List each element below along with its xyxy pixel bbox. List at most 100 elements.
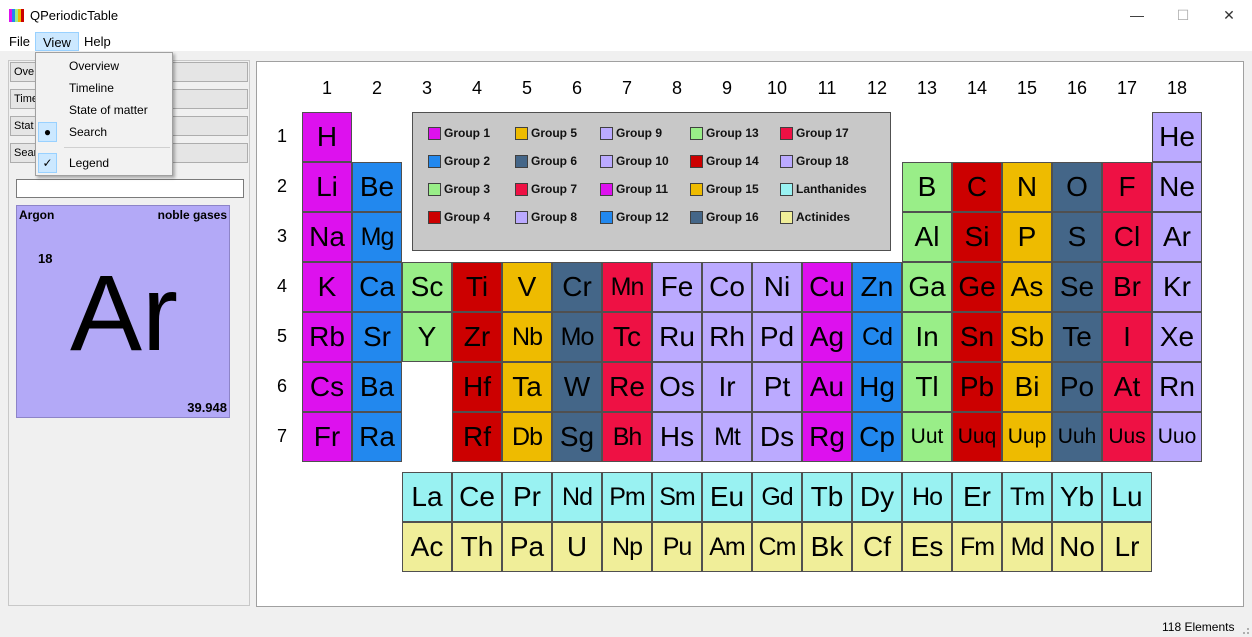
element-cell-pr[interactable]: Pr xyxy=(502,472,552,522)
element-cell-c[interactable]: C xyxy=(952,162,1002,212)
element-cell-o[interactable]: O xyxy=(1052,162,1102,212)
element-cell-cm[interactable]: Cm xyxy=(752,522,802,572)
element-cell-cu[interactable]: Cu xyxy=(802,262,852,312)
element-cell-p[interactable]: P xyxy=(1002,212,1052,262)
element-cell-cl[interactable]: Cl xyxy=(1102,212,1152,262)
element-cell-uuh[interactable]: Uuh xyxy=(1052,412,1102,462)
element-cell-au[interactable]: Au xyxy=(802,362,852,412)
element-cell-tb[interactable]: Tb xyxy=(802,472,852,522)
element-cell-li[interactable]: Li xyxy=(302,162,352,212)
menu-file[interactable]: File xyxy=(2,32,37,51)
element-cell-md[interactable]: Md xyxy=(1002,522,1052,572)
element-cell-ds[interactable]: Ds xyxy=(752,412,802,462)
element-cell-zn[interactable]: Zn xyxy=(852,262,902,312)
element-cell-ru[interactable]: Ru xyxy=(652,312,702,362)
element-cell-pu[interactable]: Pu xyxy=(652,522,702,572)
element-cell-na[interactable]: Na xyxy=(302,212,352,262)
view-menu-item-legend[interactable]: ✓ Legend xyxy=(36,152,172,174)
resize-grip-icon[interactable] xyxy=(1240,625,1250,635)
element-cell-ge[interactable]: Ge xyxy=(952,262,1002,312)
element-cell-b[interactable]: B xyxy=(902,162,952,212)
element-cell-h[interactable]: H xyxy=(302,112,352,162)
view-menu-item-overview[interactable]: Overview xyxy=(36,55,172,77)
element-cell-sb[interactable]: Sb xyxy=(1002,312,1052,362)
element-cell-f[interactable]: F xyxy=(1102,162,1152,212)
element-cell-no[interactable]: No xyxy=(1052,522,1102,572)
element-cell-sr[interactable]: Sr xyxy=(352,312,402,362)
element-cell-am[interactable]: Am xyxy=(702,522,752,572)
element-cell-v[interactable]: V xyxy=(502,262,552,312)
element-cell-se[interactable]: Se xyxy=(1052,262,1102,312)
element-cell-y[interactable]: Y xyxy=(402,312,452,362)
element-cell-po[interactable]: Po xyxy=(1052,362,1102,412)
element-cell-sm[interactable]: Sm xyxy=(652,472,702,522)
element-cell-cd[interactable]: Cd xyxy=(852,312,902,362)
element-cell-co[interactable]: Co xyxy=(702,262,752,312)
element-cell-gd[interactable]: Gd xyxy=(752,472,802,522)
element-cell-s[interactable]: S xyxy=(1052,212,1102,262)
element-cell-er[interactable]: Er xyxy=(952,472,1002,522)
element-cell-rn[interactable]: Rn xyxy=(1152,362,1202,412)
element-cell-rh[interactable]: Rh xyxy=(702,312,752,362)
element-cell-es[interactable]: Es xyxy=(902,522,952,572)
maximize-button[interactable]: ☐ xyxy=(1160,0,1206,31)
element-cell-la[interactable]: La xyxy=(402,472,452,522)
element-cell-in[interactable]: In xyxy=(902,312,952,362)
element-cell-uus[interactable]: Uus xyxy=(1102,412,1152,462)
element-cell-mt[interactable]: Mt xyxy=(702,412,752,462)
element-cell-hf[interactable]: Hf xyxy=(452,362,502,412)
element-cell-tl[interactable]: Tl xyxy=(902,362,952,412)
element-cell-np[interactable]: Np xyxy=(602,522,652,572)
element-cell-uup[interactable]: Uup xyxy=(1002,412,1052,462)
element-cell-ni[interactable]: Ni xyxy=(752,262,802,312)
element-cell-pt[interactable]: Pt xyxy=(752,362,802,412)
element-cell-cp[interactable]: Cp xyxy=(852,412,902,462)
element-cell-cs[interactable]: Cs xyxy=(302,362,352,412)
element-cell-lr[interactable]: Lr xyxy=(1102,522,1152,572)
view-menu-item-timeline[interactable]: Timeline xyxy=(36,77,172,99)
element-cell-lu[interactable]: Lu xyxy=(1102,472,1152,522)
element-cell-ba[interactable]: Ba xyxy=(352,362,402,412)
element-cell-bi[interactable]: Bi xyxy=(1002,362,1052,412)
element-cell-tm[interactable]: Tm xyxy=(1002,472,1052,522)
element-cell-w[interactable]: W xyxy=(552,362,602,412)
element-cell-ti[interactable]: Ti xyxy=(452,262,502,312)
element-cell-hg[interactable]: Hg xyxy=(852,362,902,412)
element-cell-hs[interactable]: Hs xyxy=(652,412,702,462)
element-cell-te[interactable]: Te xyxy=(1052,312,1102,362)
element-cell-dy[interactable]: Dy xyxy=(852,472,902,522)
element-cell-ho[interactable]: Ho xyxy=(902,472,952,522)
element-cell-pb[interactable]: Pb xyxy=(952,362,1002,412)
element-cell-be[interactable]: Be xyxy=(352,162,402,212)
element-cell-ar[interactable]: Ar xyxy=(1152,212,1202,262)
element-cell-ta[interactable]: Ta xyxy=(502,362,552,412)
element-cell-eu[interactable]: Eu xyxy=(702,472,752,522)
element-cell-si[interactable]: Si xyxy=(952,212,1002,262)
element-cell-rb[interactable]: Rb xyxy=(302,312,352,362)
element-cell-pd[interactable]: Pd xyxy=(752,312,802,362)
element-cell-os[interactable]: Os xyxy=(652,362,702,412)
element-cell-rg[interactable]: Rg xyxy=(802,412,852,462)
element-cell-ce[interactable]: Ce xyxy=(452,472,502,522)
element-cell-db[interactable]: Db xyxy=(502,412,552,462)
element-cell-n[interactable]: N xyxy=(1002,162,1052,212)
element-cell-ac[interactable]: Ac xyxy=(402,522,452,572)
view-menu-item-search[interactable]: ● Search xyxy=(36,121,172,143)
element-cell-sn[interactable]: Sn xyxy=(952,312,1002,362)
element-cell-fe[interactable]: Fe xyxy=(652,262,702,312)
element-cell-k[interactable]: K xyxy=(302,262,352,312)
element-cell-uuq[interactable]: Uuq xyxy=(952,412,1002,462)
element-cell-pa[interactable]: Pa xyxy=(502,522,552,572)
element-cell-mo[interactable]: Mo xyxy=(552,312,602,362)
element-cell-br[interactable]: Br xyxy=(1102,262,1152,312)
search-input[interactable] xyxy=(16,179,244,198)
element-cell-at[interactable]: At xyxy=(1102,362,1152,412)
element-cell-pm[interactable]: Pm xyxy=(602,472,652,522)
element-cell-kr[interactable]: Kr xyxy=(1152,262,1202,312)
element-cell-as[interactable]: As xyxy=(1002,262,1052,312)
minimize-button[interactable]: — xyxy=(1114,0,1160,31)
element-cell-nb[interactable]: Nb xyxy=(502,312,552,362)
element-cell-nd[interactable]: Nd xyxy=(552,472,602,522)
element-cell-cr[interactable]: Cr xyxy=(552,262,602,312)
close-button[interactable]: ✕ xyxy=(1206,0,1252,31)
